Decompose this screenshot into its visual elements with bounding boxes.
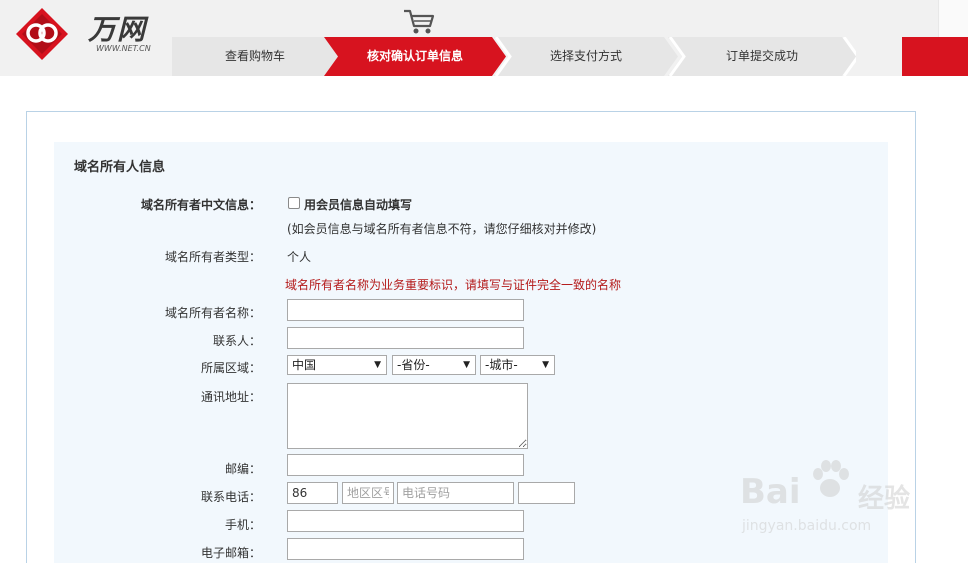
logo-mark-icon <box>16 8 68 60</box>
chevron-down-icon: ▼ <box>463 360 470 370</box>
owner-name-hint: 域名所有者名称为业务重要标识，请填写与证件完全一致的名称 <box>285 278 622 292</box>
step-label: 查看购物车 <box>224 49 285 63</box>
section-title: 域名所有人信息 <box>74 160 166 175</box>
province-select[interactable]: -省份- ▼ <box>392 355 476 375</box>
address-textarea[interactable] <box>287 383 528 449</box>
city-selected: -城市- <box>485 358 518 372</box>
owner-name-label: 域名所有者名称： <box>164 306 261 320</box>
logo-name: 万网 <box>88 13 147 46</box>
step-order-submitted: 订单提交成功 <box>668 37 856 76</box>
wanwang-logo[interactable]: 万网 WWW.NET.CN <box>8 2 168 64</box>
chevron-down-icon: ▼ <box>542 360 549 370</box>
phone-area-code-input[interactable] <box>342 482 394 504</box>
owner-type-label: 域名所有者类型： <box>164 250 261 264</box>
email-label: 电子邮箱： <box>200 546 261 560</box>
phone-country-code-input[interactable] <box>287 482 338 504</box>
city-select[interactable]: -城市- ▼ <box>480 355 555 375</box>
page-header: 万网 WWW.NET.CN 查看购物车 核对确认订单信息 选择支付方式 订单提交… <box>0 0 968 76</box>
chinese-info-label: 域名所有者中文信息： <box>140 198 261 212</box>
phone-extension-input[interactable] <box>518 482 575 504</box>
mobile-label: 手机： <box>224 518 261 532</box>
mobile-input[interactable] <box>287 510 524 532</box>
country-select[interactable]: 中国 ▼ <box>287 355 387 375</box>
contact-label: 联系人： <box>212 334 261 348</box>
step-view-cart: 查看购物车 <box>172 37 338 76</box>
email-input[interactable] <box>287 538 524 560</box>
province-selected: -省份- <box>397 358 430 372</box>
step-confirm-order: 核对确认订单信息 <box>324 37 506 76</box>
step-select-payment: 选择支付方式 <box>494 37 678 76</box>
autofill-checkbox[interactable] <box>288 197 300 209</box>
checkout-steps: 查看购物车 核对确认订单信息 选择支付方式 订单提交成功 <box>172 37 968 76</box>
watermark-url: jingyan.baidu.com <box>742 518 872 534</box>
owner-type-value: 个人 <box>287 250 312 264</box>
autofill-label[interactable]: 用会员信息自动填写 <box>304 196 412 213</box>
contact-input[interactable] <box>287 327 524 349</box>
watermark-brand: Bai <box>740 472 801 512</box>
chevron-down-icon: ▼ <box>374 360 381 370</box>
steps-red-tail <box>902 37 968 76</box>
step-label: 选择支付方式 <box>549 49 622 63</box>
phone-label: 联系电话： <box>200 490 261 504</box>
owner-name-input[interactable] <box>287 299 524 321</box>
address-label: 通讯地址： <box>200 390 261 404</box>
postcode-input[interactable] <box>287 454 524 476</box>
postcode-label: 邮编： <box>224 462 261 476</box>
step-label: 核对确认订单信息 <box>366 49 463 63</box>
step-label: 订单提交成功 <box>725 49 798 63</box>
phone-number-input[interactable] <box>397 482 514 504</box>
region-label: 所属区域： <box>200 361 261 375</box>
watermark-brand-cn: 经验 <box>858 484 911 514</box>
country-selected: 中国 <box>292 358 317 372</box>
shopping-cart-icon <box>404 9 435 34</box>
logo-url: WWW.NET.CN <box>96 44 151 53</box>
autofill-hint: (如会员信息与域名所有者信息不符，请您仔细核对并修改) <box>287 222 597 236</box>
baidu-jingyan-watermark: Bai 经验 jingyan.baidu.com <box>740 452 920 548</box>
paw-icon <box>813 460 849 497</box>
